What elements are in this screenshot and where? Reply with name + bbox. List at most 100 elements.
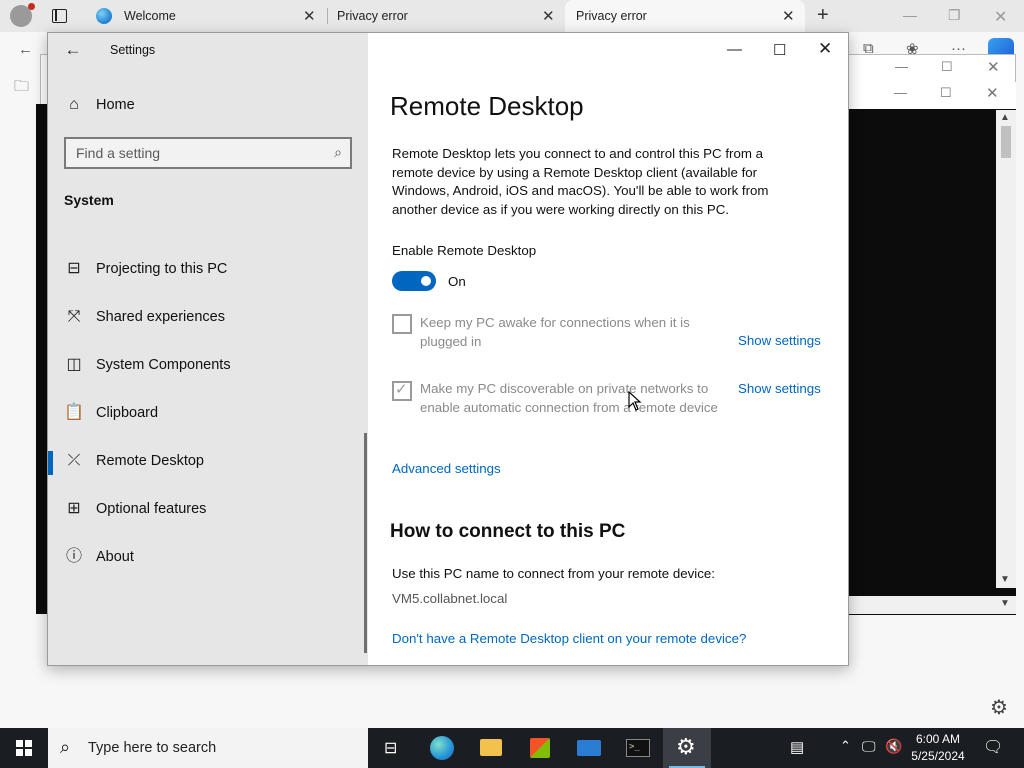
browser-minimize-icon[interactable]: —	[903, 7, 917, 23]
mail-icon	[577, 740, 601, 756]
clock-time: 6:00 AM	[915, 732, 961, 746]
page-description: Remote Desktop lets you connect to and c…	[392, 146, 769, 218]
scroll-down-arrow-icon[interactable]: ▼	[1000, 574, 1010, 585]
tab-close-icon[interactable]: ✕	[303, 7, 316, 25]
taskbar-file-explorer[interactable]	[467, 728, 515, 768]
taskbar-mail[interactable]	[565, 728, 613, 768]
windows-logo-icon	[16, 740, 32, 756]
taskbar-store[interactable]	[516, 728, 564, 768]
how-to-connect-heading: How to connect to this PC	[390, 521, 626, 542]
volume-muted-icon[interactable]: 🔇	[885, 738, 902, 768]
news-widget-icon[interactable]: ▤	[790, 738, 804, 768]
tab-close-icon[interactable]: ✕	[782, 7, 795, 25]
console-titlebar: — ☐ ✕	[848, 82, 1016, 109]
terminal-icon: >_	[626, 739, 650, 757]
checkmark-icon: ✓	[395, 381, 408, 398]
tab-close-icon[interactable]: ✕	[542, 7, 555, 25]
nav-item-label: Projecting to this PC	[96, 261, 228, 277]
show-settings-link-1[interactable]: Show settings	[738, 333, 821, 348]
console-maximize-icon[interactable]: ☐	[941, 59, 953, 75]
task-view-button[interactable]: ⊟	[368, 728, 416, 768]
network-icon[interactable]: 🖵	[862, 738, 876, 768]
home-icon: ⌂	[69, 96, 79, 113]
remote-desktop-icon: ⤫	[67, 452, 81, 469]
show-hidden-icons-icon[interactable]: ⌃	[840, 738, 851, 768]
new-tab-icon[interactable]: +	[817, 4, 829, 27]
browser-back-icon[interactable]: ←	[18, 41, 33, 58]
browser-tab-privacy-error-1[interactable]: Privacy error ✕	[328, 0, 564, 32]
console-minimize-icon[interactable]: —	[894, 85, 907, 100]
console-minimize-icon[interactable]: —	[895, 59, 908, 74]
nav-item-system-components[interactable]: ◫ System Components	[64, 355, 354, 379]
clock-date: 5/25/2024	[911, 749, 965, 763]
search-box[interactable]: ⌕	[64, 137, 352, 169]
collections-icon[interactable]: 🗀	[14, 76, 29, 101]
nav-item-remote-desktop[interactable]: ⤫ Remote Desktop	[64, 451, 354, 475]
nav-home[interactable]: ⌂ Home	[64, 95, 354, 119]
taskbar-search-input[interactable]	[88, 728, 358, 768]
nav-item-projecting[interactable]: ⊟ Projecting to this PC	[64, 259, 354, 283]
browser-close-icon[interactable]: ✕	[994, 7, 1007, 27]
nav-item-label: About	[96, 549, 134, 565]
edge-favicon-icon	[96, 8, 112, 24]
settings-content: — ☐ ✕ Remote Desktop Remote Desktop lets…	[369, 33, 848, 665]
console-maximize-icon[interactable]: ☐	[940, 85, 952, 101]
close-icon[interactable]: ✕	[818, 39, 832, 59]
console-close-icon[interactable]: ✕	[986, 84, 999, 102]
scroll-down-arrow-icon[interactable]: ▼	[1000, 598, 1010, 609]
store-icon	[530, 738, 550, 758]
search-input[interactable]	[66, 139, 322, 167]
enable-remote-desktop-toggle[interactable]	[392, 271, 436, 291]
nav-item-label: System Components	[96, 357, 231, 373]
show-settings-link-2[interactable]: Show settings	[738, 381, 821, 396]
taskbar-terminal[interactable]: >_	[614, 728, 662, 768]
minimize-icon[interactable]: —	[727, 41, 742, 58]
nav-home-label: Home	[96, 97, 135, 113]
pc-name-value: VM5.collabnet.local	[392, 591, 508, 606]
nav-item-optional-features[interactable]: ⊞ Optional features	[64, 499, 354, 523]
app-title: Settings	[110, 43, 156, 57]
keep-awake-checkbox[interactable]	[392, 314, 412, 334]
notifications-icon[interactable]: 🗨	[983, 737, 1003, 768]
browser-settings-gear-icon[interactable]: ⚙	[990, 695, 1008, 720]
scroll-up-arrow-icon[interactable]: ▲	[1000, 112, 1010, 123]
nav-item-label: Shared experiences	[96, 309, 225, 325]
shared-experiences-icon: ⤧	[67, 308, 81, 325]
scroll-thumb[interactable]	[1001, 126, 1011, 158]
discoverable-checkbox[interactable]: ✓	[392, 381, 412, 401]
nav-item-label: Clipboard	[96, 405, 159, 421]
settings-sidebar: ← Settings ⌂ Home ⌕ System ⊟ Projecting …	[48, 33, 368, 665]
back-arrow-icon[interactable]: ←	[62, 39, 84, 61]
mouse-cursor-icon	[628, 391, 642, 411]
browser-tab-welcome[interactable]: Welcome ✕	[88, 0, 326, 32]
maximize-icon[interactable]: ☐	[773, 41, 786, 59]
taskbar-settings[interactable]: ⚙	[663, 728, 711, 768]
start-button[interactable]	[0, 728, 48, 768]
nav-item-clipboard[interactable]: 📋 Clipboard	[64, 403, 354, 427]
toggle-knob	[421, 276, 431, 286]
taskbar-search[interactable]: ⌕	[48, 728, 368, 768]
no-client-link[interactable]: Don't have a Remote Desktop client on yo…	[392, 631, 746, 646]
console-close-icon[interactable]: ✕	[987, 58, 1000, 76]
taskbar-clock[interactable]: 6:00 AM 5/25/2024	[906, 731, 970, 765]
browser-tab-privacy-error-2[interactable]: Privacy error ✕	[565, 0, 805, 32]
advanced-settings-link[interactable]: Advanced settings	[392, 461, 501, 476]
search-icon[interactable]: ⌕	[334, 144, 342, 161]
nav-item-shared-experiences[interactable]: ⤧ Shared experiences	[64, 307, 354, 331]
tab-actions-icon[interactable]	[52, 9, 67, 23]
sidebar-scrollbar[interactable]	[364, 433, 367, 653]
tab-title: Privacy error	[576, 9, 647, 23]
nav-item-label: Remote Desktop	[96, 453, 204, 469]
console-hscrollbar[interactable]: ▼	[848, 596, 1016, 614]
console-scrollbar[interactable]: ▲ ▼	[996, 110, 1016, 588]
nav-item-about[interactable]: ⓘ About	[64, 547, 354, 571]
taskbar: ⌕ ⊟ >_ ⚙ ▤ ⌃ 🖵 🔇 6:00 AM 5/25/2024 🗨	[0, 728, 1024, 768]
edge-browser-icon	[430, 736, 454, 760]
nav-item-label: Optional features	[96, 501, 207, 517]
optional-features-icon: ⊞	[67, 500, 81, 517]
browser-restore-icon[interactable]: ❐	[948, 7, 961, 24]
profile-avatar[interactable]	[10, 3, 35, 27]
info-icon: ⓘ	[65, 548, 82, 565]
taskbar-edge[interactable]	[418, 728, 466, 768]
projecting-icon: ⊟	[67, 260, 81, 277]
